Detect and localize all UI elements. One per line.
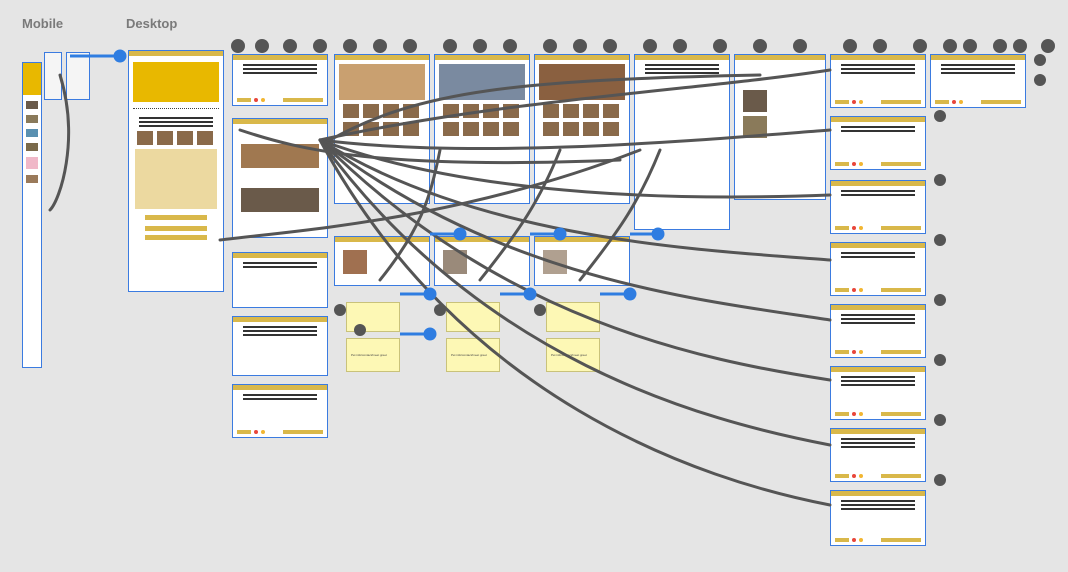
mobile-thumb — [26, 157, 38, 169]
home-hero-image — [133, 62, 219, 102]
pet-detail-frame[interactable] — [434, 236, 530, 286]
home-gallery — [135, 149, 217, 209]
sticky-note[interactable]: Pet info/contact/meet greet — [446, 338, 500, 372]
mobile-hero-image — [23, 63, 41, 95]
page-frame[interactable] — [930, 54, 1026, 108]
page-frame[interactable] — [830, 54, 926, 108]
page-frame[interactable] — [830, 490, 926, 546]
page-frame[interactable] — [830, 366, 926, 420]
gallery-frame[interactable] — [434, 54, 530, 204]
page-frame[interactable] — [830, 304, 926, 358]
page-frame[interactable] — [634, 54, 730, 230]
mobile-thumb — [26, 129, 38, 137]
sticky-note-text: Pet info/contact/meet greet — [451, 353, 487, 357]
sticky-note[interactable]: Pet info/contact/meet greet — [346, 338, 400, 372]
page-frame[interactable] — [830, 242, 926, 296]
mobile-frame[interactable] — [22, 62, 42, 368]
sticky-note[interactable] — [546, 302, 600, 332]
gallery-frame[interactable] — [534, 54, 630, 204]
mobile-thumb — [26, 143, 38, 151]
gallery-frame[interactable] — [334, 54, 430, 204]
pet-detail-frame[interactable] — [334, 236, 430, 286]
page-frame[interactable] — [232, 54, 328, 106]
page-frame[interactable] — [830, 180, 926, 234]
sticky-note-text: Pet info/contact/meet greet — [551, 353, 587, 357]
sticky-note[interactable] — [346, 302, 400, 332]
mobile-thumb — [26, 115, 38, 123]
page-frame[interactable] — [232, 384, 328, 438]
sticky-note[interactable] — [446, 302, 500, 332]
page-frame[interactable] — [734, 54, 826, 200]
mobile-thumb — [26, 101, 38, 109]
page-frame[interactable] — [232, 118, 328, 238]
home-frame[interactable] — [128, 50, 224, 292]
mobile-small-frame[interactable] — [66, 52, 90, 100]
page-frame[interactable] — [232, 252, 328, 308]
sticky-note[interactable]: Pet info/contact/meet greet — [546, 338, 600, 372]
page-frame[interactable] — [232, 316, 328, 376]
prototype-canvas[interactable]: Pet info/contact/meet greet Pet info/con… — [0, 0, 1068, 572]
pet-detail-frame[interactable] — [534, 236, 630, 286]
page-frame[interactable] — [830, 116, 926, 170]
page-frame[interactable] — [830, 428, 926, 482]
mobile-thumb — [26, 175, 38, 183]
sticky-note-text: Pet info/contact/meet greet — [351, 353, 387, 357]
mobile-menu-frame[interactable] — [44, 52, 62, 100]
